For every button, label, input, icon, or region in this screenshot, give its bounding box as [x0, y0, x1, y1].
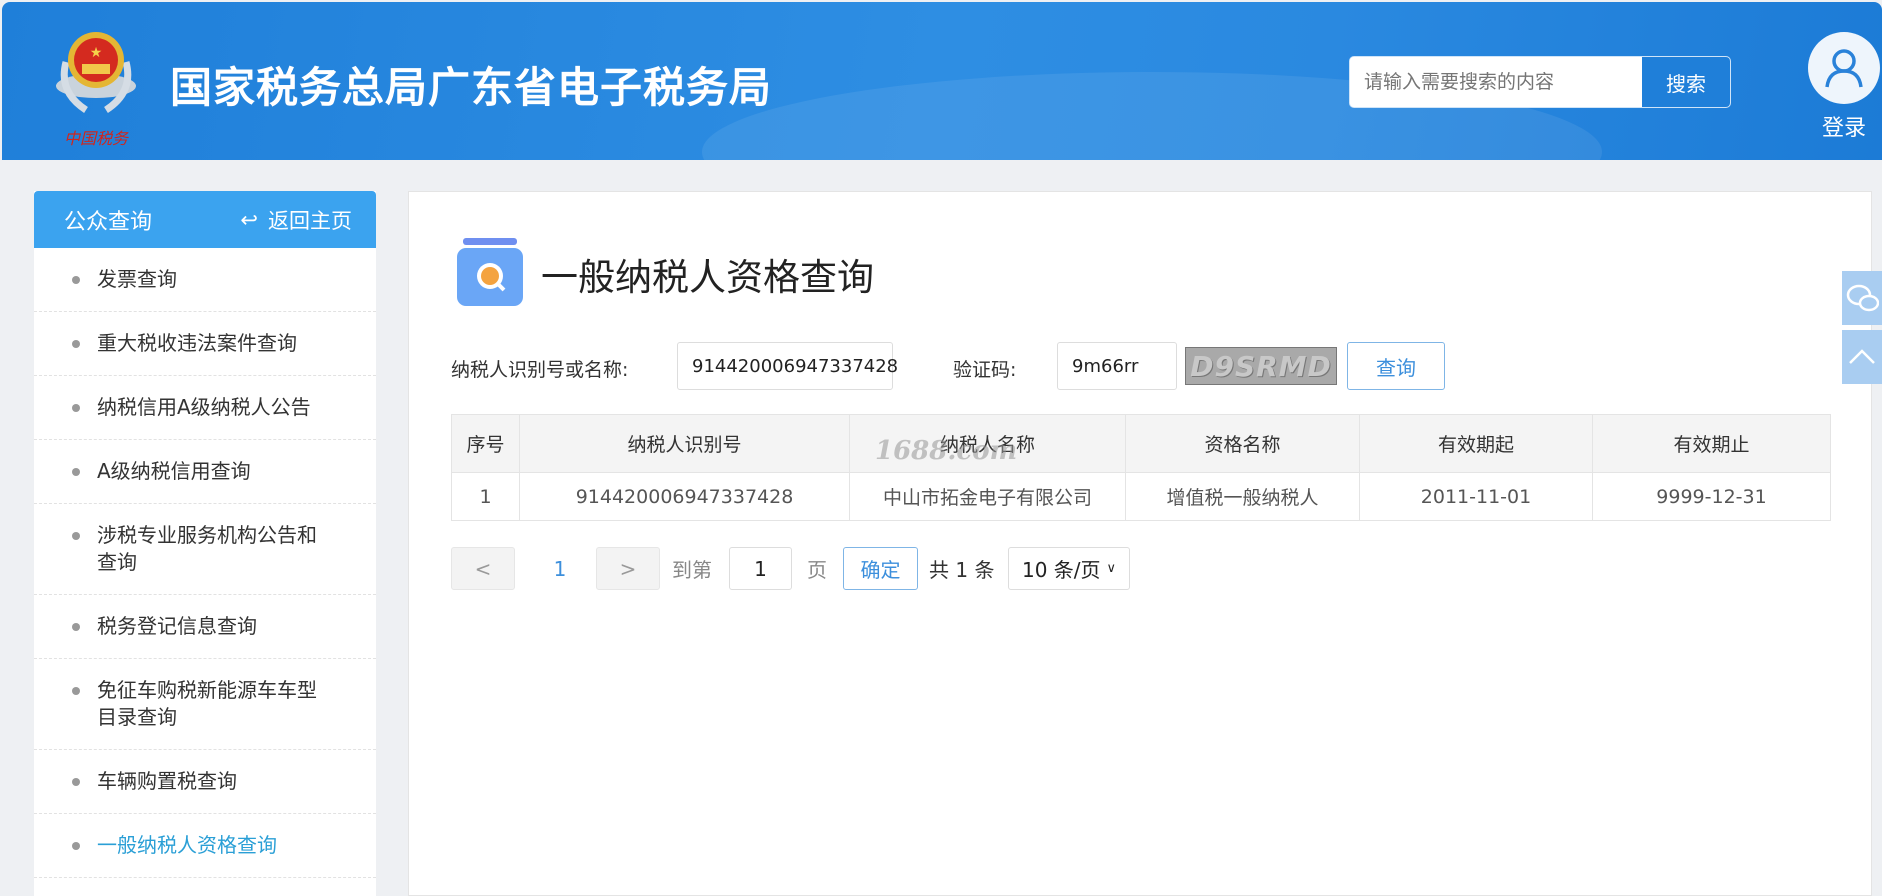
sidebar-item-label: A级纳税信用查询 — [97, 459, 251, 483]
col-header-taxpayer-id: 纳税人识别号 — [519, 414, 850, 473]
chevron-up-icon — [1849, 349, 1875, 364]
col-header-taxpayer-name: 纳税人名称 — [849, 414, 1126, 473]
user-icon — [1808, 32, 1880, 104]
bullet-icon — [72, 404, 80, 412]
back-home-link[interactable]: ↩ 返回主页 — [240, 205, 352, 235]
site-header: ★ 中国税务 国家税务总局广东省电子税务局 搜索 登录 — [2, 2, 1882, 160]
sidebar-item-label: 涉税专业服务机构公告和查询 — [97, 523, 317, 574]
page-number-current[interactable]: 1 — [545, 547, 575, 590]
cell-index: 1 — [451, 472, 520, 521]
page-title: 一般纳税人资格查询 — [541, 256, 874, 299]
col-header-valid-to: 有效期止 — [1592, 414, 1831, 473]
bullet-icon — [72, 532, 80, 540]
page-label: 页 — [807, 558, 827, 582]
results-table: 序号 纳税人识别号 纳税人名称 资格名称 有效期起 有效期止 1 9144200… — [451, 414, 1831, 521]
bullet-icon — [72, 623, 80, 631]
sidebar-item-invoice[interactable]: 发票查询 — [34, 248, 376, 312]
goto-confirm-button[interactable]: 确定 — [843, 547, 918, 590]
taxpayer-id-label: 纳税人识别号或名称: — [451, 359, 629, 381]
sidebar-item-label: 车辆购置税查询 — [97, 769, 237, 793]
goto-page-input[interactable]: 1 — [729, 547, 792, 590]
sidebar-item-label: 税务登记信息查询 — [97, 614, 257, 638]
next-page-button[interactable]: > — [596, 547, 660, 590]
sidebar-item-general-taxpayer[interactable]: 一般纳税人资格查询 — [34, 814, 376, 878]
total-count: 共 1 条 — [929, 558, 995, 582]
search-folder-icon — [457, 238, 523, 306]
goto-label: 到第 — [672, 558, 712, 582]
sidebar-header: 公众查询 ↩ 返回主页 — [34, 191, 376, 248]
col-header-qualification: 资格名称 — [1125, 414, 1360, 473]
captcha-label: 验证码: — [953, 359, 1017, 381]
taxpayer-id-input[interactable]: 914420006947337428 — [677, 342, 898, 390]
bullet-icon — [72, 276, 80, 284]
page-size-select[interactable]: 10 条/页 ∨ — [1008, 547, 1130, 590]
svg-text:中国税务: 中国税务 — [64, 129, 130, 148]
sidebar-item-label: 重大税收违法案件查询 — [97, 331, 297, 355]
sidebar-title: 公众查询 — [64, 209, 153, 235]
bullet-icon — [72, 468, 80, 476]
sidebar-item-service-agencies[interactable]: 涉税专业服务机构公告和查询 — [34, 504, 376, 595]
table-row: 1 914420006947337428 中山市拓金电子有限公司 增值税一般纳税… — [451, 472, 1831, 521]
cell-qualification: 增值税一般纳税人 — [1125, 472, 1360, 521]
wechat-button[interactable] — [1842, 271, 1882, 325]
cell-taxpayer-id: 914420006947337428 — [519, 472, 850, 521]
wechat-icon — [1846, 284, 1879, 312]
search-input[interactable] — [1350, 57, 1642, 107]
login-button[interactable]: 登录 — [1808, 32, 1880, 142]
sidebar-item-major-cases[interactable]: 重大税收违法案件查询 — [34, 312, 376, 376]
sidebar-item-label: 一般纳税人资格查询 — [97, 833, 277, 857]
tax-emblem-logo[interactable]: ★ 中国税务 — [46, 22, 146, 150]
back-home-label: 返回主页 — [268, 208, 352, 233]
sidebar-item-a-credit-notice[interactable]: 纳税信用A级纳税人公告 — [34, 376, 376, 440]
search-button[interactable]: 搜索 — [1642, 57, 1730, 107]
col-header-valid-from: 有效期起 — [1359, 414, 1593, 473]
sidebar-item-a-credit-query[interactable]: A级纳税信用查询 — [34, 440, 376, 504]
bullet-icon — [72, 340, 80, 348]
captcha-input[interactable]: 9m66rr — [1057, 342, 1177, 390]
cell-valid-from: 2011-11-01 — [1359, 472, 1593, 521]
sidebar: 公众查询 ↩ 返回主页 发票查询 重大税收违法案件查询 纳税信用A级纳税人公告 … — [34, 191, 376, 896]
bullet-icon — [72, 842, 80, 850]
sidebar-item-nev-catalog[interactable]: 免征车购税新能源车车型目录查询 — [34, 659, 376, 750]
col-header-index: 序号 — [451, 414, 520, 473]
site-title: 国家税务总局广东省电子税务局 — [170, 63, 773, 112]
bullet-icon — [72, 687, 80, 695]
sidebar-item-vehicle-tax[interactable]: 车辆购置税查询 — [34, 750, 376, 814]
sidebar-item-label: 发票查询 — [97, 267, 177, 291]
reply-arrow-icon: ↩ — [240, 207, 258, 232]
cell-taxpayer-name: 中山市拓金电子有限公司 — [849, 472, 1126, 521]
back-to-top-button[interactable] — [1842, 330, 1882, 384]
search-bar: 搜索 — [1349, 56, 1731, 108]
query-button[interactable]: 查询 — [1347, 342, 1445, 390]
sidebar-item-label: 免征车购税新能源车车型目录查询 — [97, 678, 317, 729]
captcha-image[interactable]: D9SRMD — [1185, 347, 1337, 385]
cell-valid-to: 9999-12-31 — [1592, 472, 1831, 521]
bullet-icon — [72, 778, 80, 786]
page-size-value: 10 条/页 — [1021, 558, 1101, 582]
prev-page-button[interactable]: < — [451, 547, 515, 590]
main-panel: 一般纳税人资格查询 纳税人识别号或名称: 914420006947337428 … — [408, 191, 1872, 896]
chevron-down-icon: ∨ — [1106, 561, 1117, 576]
sidebar-item-registration[interactable]: 税务登记信息查询 — [34, 595, 376, 659]
sidebar-item-label: 纳税信用A级纳税人公告 — [97, 395, 311, 419]
svg-text:★: ★ — [90, 45, 103, 61]
table-header-row: 序号 纳税人识别号 纳税人名称 资格名称 有效期起 有效期止 — [451, 414, 1831, 473]
login-label: 登录 — [1821, 116, 1866, 141]
